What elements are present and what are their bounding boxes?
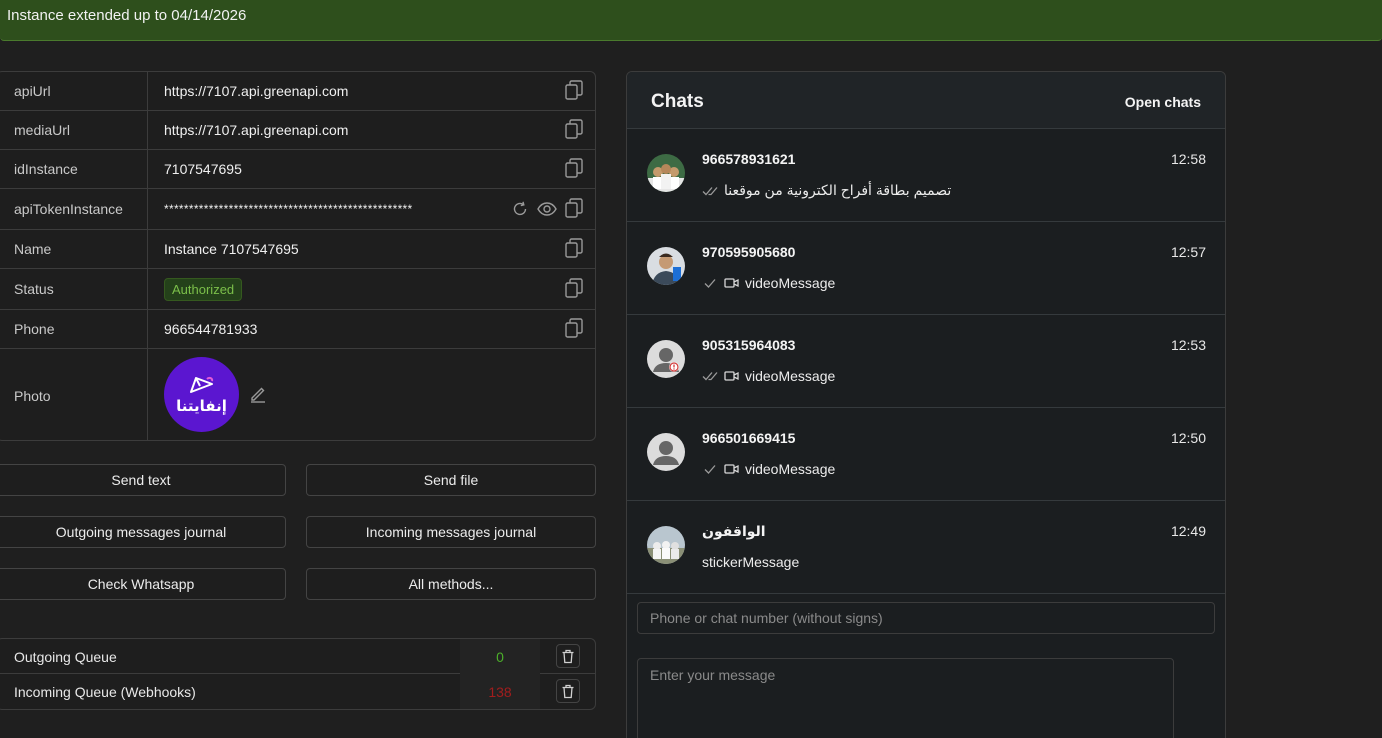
message-input[interactable]: Enter your message bbox=[637, 658, 1174, 738]
double-check-icon bbox=[702, 372, 718, 381]
outgoing-queue-row: Outgoing Queue 0 bbox=[0, 639, 595, 674]
chat-item[interactable]: 966501669415 12:50 videoMessage bbox=[627, 408, 1225, 501]
chat-number: 966578931621 bbox=[702, 151, 796, 167]
row-name: Name Instance 7107547695 bbox=[0, 230, 595, 269]
chat-time: 12:58 bbox=[1170, 151, 1206, 167]
chat-message: videoMessage bbox=[745, 368, 836, 384]
chat-time: 12:53 bbox=[1170, 337, 1206, 353]
row-value: https://7107.api.greenapi.com bbox=[164, 122, 349, 138]
chat-time: 12:57 bbox=[1170, 244, 1206, 260]
outgoing-journal-button[interactable]: Outgoing messages journal bbox=[0, 516, 286, 548]
check-icon bbox=[704, 465, 716, 474]
copy-icon[interactable] bbox=[565, 198, 583, 218]
photo-brand-text: إنفايتنا bbox=[176, 397, 227, 415]
avatar bbox=[647, 433, 685, 471]
status-badge: Authorized bbox=[164, 277, 243, 301]
queue-count: 0 bbox=[460, 639, 540, 674]
row-photo: Photo إنفايتنا bbox=[0, 349, 595, 440]
row-apitoken: apiTokenInstance ***********************… bbox=[0, 189, 595, 230]
row-value: https://7107.api.greenapi.com bbox=[164, 83, 349, 99]
incoming-queue-row: Incoming Queue (Webhooks) 138 bbox=[0, 674, 595, 709]
row-label: apiUrl bbox=[0, 72, 148, 110]
video-icon bbox=[724, 371, 739, 381]
chat-number: 970595905680 bbox=[702, 244, 796, 260]
row-label: Photo bbox=[0, 349, 148, 440]
chats-header: Chats Open chats bbox=[627, 72, 1225, 129]
incoming-journal-button[interactable]: Incoming messages journal bbox=[306, 516, 596, 548]
chat-preview: stickerMessage bbox=[702, 554, 799, 570]
queue-label: Incoming Queue (Webhooks) bbox=[14, 683, 196, 700]
row-idinstance: idInstance 7107547695 bbox=[0, 150, 595, 189]
row-label: idInstance bbox=[0, 150, 148, 188]
chat-preview: videoMessage bbox=[702, 368, 835, 384]
chat-preview: videoMessage bbox=[702, 275, 835, 291]
instance-info-table: apiUrl https://7107.api.greenapi.com med… bbox=[0, 71, 596, 441]
chat-number: الواقفون bbox=[702, 523, 766, 539]
row-value: ****************************************… bbox=[164, 202, 413, 216]
eye-icon[interactable] bbox=[537, 200, 557, 218]
chat-time: 12:49 bbox=[1170, 523, 1206, 539]
row-label: Name bbox=[0, 230, 148, 268]
notification-banner: Instance extended up to 04/14/2026 bbox=[0, 0, 1382, 41]
chat-message: videoMessage bbox=[745, 275, 836, 291]
copy-icon[interactable] bbox=[565, 158, 583, 178]
row-label: Status bbox=[0, 269, 148, 309]
avatar bbox=[647, 247, 685, 285]
chats-title: Chats bbox=[651, 91, 704, 112]
copy-icon[interactable] bbox=[565, 80, 583, 100]
chat-preview: videoMessage bbox=[702, 461, 835, 477]
trash-icon[interactable] bbox=[556, 679, 580, 703]
chat-number: 966501669415 bbox=[702, 430, 796, 446]
check-whatsapp-button[interactable]: Check Whatsapp bbox=[0, 568, 286, 600]
all-methods-button[interactable]: All methods... bbox=[306, 568, 596, 600]
chat-item[interactable]: 966578931621 12:58 تصميم بطاقة أفراح الك… bbox=[627, 129, 1225, 222]
chat-message: stickerMessage bbox=[702, 554, 800, 570]
open-chats-link[interactable]: Open chats bbox=[1125, 94, 1201, 110]
chat-item[interactable]: 970595905680 12:57 videoMessage bbox=[627, 222, 1225, 315]
double-check-icon bbox=[702, 186, 718, 195]
trash-icon[interactable] bbox=[556, 644, 580, 668]
row-mediaurl: mediaUrl https://7107.api.greenapi.com bbox=[0, 111, 595, 150]
queue-count: 138 bbox=[460, 674, 540, 709]
avatar bbox=[647, 154, 685, 192]
chats-panel: Chats Open chats 966578931621 12:58 تصمي… bbox=[626, 71, 1226, 738]
chat-item[interactable]: الواقفون 12:49 stickerMessage bbox=[627, 501, 1225, 594]
send-file-button[interactable]: Send file bbox=[306, 464, 596, 496]
row-value: Authorized bbox=[164, 269, 243, 309]
row-value: Instance 7107547695 bbox=[164, 241, 299, 257]
refresh-icon[interactable] bbox=[511, 200, 529, 218]
copy-icon[interactable] bbox=[565, 238, 583, 258]
row-label: mediaUrl bbox=[0, 111, 148, 149]
chat-item[interactable]: 905315964083 12:53 videoMessage bbox=[627, 315, 1225, 408]
queue-label: Outgoing Queue bbox=[14, 648, 117, 665]
copy-icon[interactable] bbox=[565, 119, 583, 139]
chat-message: videoMessage bbox=[745, 461, 836, 477]
paper-plane-icon bbox=[189, 376, 213, 393]
avatar bbox=[647, 340, 685, 378]
chat-preview: تصميم بطاقة أفراح الكترونية من موقعنا bbox=[702, 182, 951, 199]
phone-input[interactable]: Phone or chat number (without signs) bbox=[637, 602, 1215, 634]
row-status: Status Authorized bbox=[0, 269, 595, 310]
row-phone: Phone 966544781933 bbox=[0, 310, 595, 349]
row-value: 966544781933 bbox=[164, 321, 258, 337]
video-icon bbox=[724, 464, 739, 474]
send-text-button[interactable]: Send text bbox=[0, 464, 286, 496]
edit-icon[interactable] bbox=[249, 385, 267, 403]
banner-text: Instance extended up to 04/14/2026 bbox=[7, 7, 247, 24]
chat-time: 12:50 bbox=[1170, 430, 1206, 446]
row-value: 7107547695 bbox=[164, 161, 242, 177]
copy-icon[interactable] bbox=[565, 318, 583, 338]
row-label: Phone bbox=[0, 310, 148, 348]
avatar bbox=[647, 526, 685, 564]
instance-photo: إنفايتنا bbox=[164, 357, 239, 432]
row-label: apiTokenInstance bbox=[0, 189, 148, 229]
queue-table: Outgoing Queue 0 Incoming Queue (Webhook… bbox=[0, 638, 596, 710]
chat-number: 905315964083 bbox=[702, 337, 796, 353]
video-icon bbox=[724, 278, 739, 288]
chat-message: تصميم بطاقة أفراح الكترونية من موقعنا bbox=[724, 182, 952, 198]
copy-icon[interactable] bbox=[565, 278, 583, 298]
row-apiurl: apiUrl https://7107.api.greenapi.com bbox=[0, 72, 595, 111]
check-icon bbox=[704, 279, 716, 288]
